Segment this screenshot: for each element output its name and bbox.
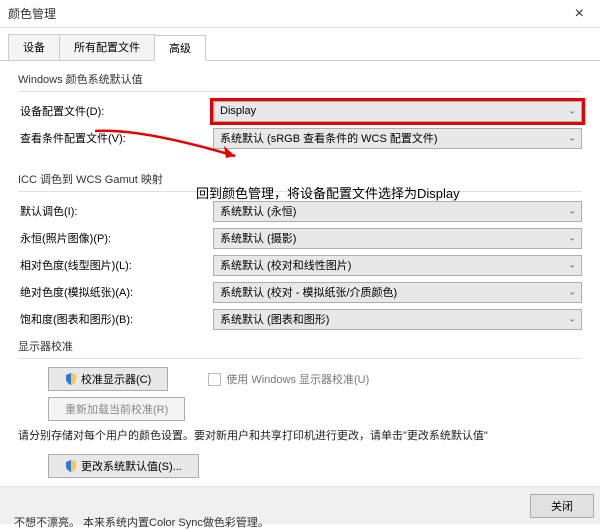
row-saturation: 饱和度(图表和图形)(B): 系统默认 (图表和图形) ⌄ [18,308,582,330]
cropped-bottom-text: 不想不漂亮。 本来系统内置Color Sync做色彩管理。 [14,514,590,530]
tab-all-profiles[interactable]: 所有配置文件 [59,34,155,60]
titlebar: 颜色管理 × [0,0,600,28]
chevron-down-icon: ⌄ [568,106,576,117]
use-calibration-label: 使用 Windows 显示器校准(U) [226,371,369,387]
row-view-profile: 查看条件配置文件(V): 系统默认 (sRGB 查看条件的 WCS 配置文件) … [18,127,582,149]
chevron-down-icon: ⌄ [568,287,576,298]
label-perceptual: 永恒(照片图像)(P): [18,230,213,246]
shield-icon [65,373,77,385]
reload-row: 重新加载当前校准(R) [18,397,582,421]
content-panel: Windows 颜色系统默认值 设备配置文件(D): Display ⌄ 查看条… [0,61,600,513]
description-text: 请分别存储对每个用户的颜色设置。要对新用户和共享打印机进行更改，请单击"更改系统… [18,429,582,444]
chevron-down-icon: ⌄ [568,233,576,244]
group-calibration: 显示器校准 校准显示器(C) 使用 Windows 显示器校准(U) 重新加载当… [18,338,582,421]
label-absolute: 绝对色度(模拟纸张)(A): [18,284,213,300]
label-default-intent: 默认调色(I): [18,203,213,219]
dropdown-default-intent[interactable]: 系统默认 (永恒) ⌄ [213,201,582,222]
group-calibration-title: 显示器校准 [18,338,582,359]
change-system-defaults-button[interactable]: 更改系统默认值(S)... [48,454,199,478]
annotation-text: 回到颜色管理，将设备配置文件选择为Display [196,183,460,202]
dropdown-device-profile-value: Display [220,105,256,117]
tab-strip: 设备 所有配置文件 高级 [0,30,600,61]
shield-icon [65,460,77,472]
label-relative: 相对色度(线型图片)(L): [18,257,213,273]
row-device-profile: 设备配置文件(D): Display ⌄ [18,100,582,122]
dropdown-view-profile[interactable]: 系统默认 (sRGB 查看条件的 WCS 配置文件) ⌄ [213,128,582,149]
group-defaults-title: Windows 颜色系统默认值 [18,71,582,92]
chevron-down-icon: ⌄ [568,260,576,271]
use-calibration-checkbox[interactable] [208,373,221,386]
label-device-profile: 设备配置文件(D): [18,103,213,119]
calibration-buttons: 校准显示器(C) 使用 Windows 显示器校准(U) [18,367,582,391]
chevron-down-icon: ⌄ [568,206,576,217]
group-defaults: Windows 颜色系统默认值 设备配置文件(D): Display ⌄ 查看条… [18,71,582,149]
calibrate-button[interactable]: 校准显示器(C) [48,367,168,391]
dropdown-saturation[interactable]: 系统默认 (图表和图形) ⌄ [213,309,582,330]
tab-devices[interactable]: 设备 [8,34,60,60]
dropdown-view-profile-value: 系统默认 (sRGB 查看条件的 WCS 配置文件) [220,130,438,146]
use-calibration-checkbox-row: 使用 Windows 显示器校准(U) [208,371,369,387]
tab-advanced[interactable]: 高级 [154,35,206,61]
label-saturation: 饱和度(图表和图形)(B): [18,311,213,327]
row-relative: 相对色度(线型图片)(L): 系统默认 (校对和线性图片) ⌄ [18,254,582,276]
label-view-profile: 查看条件配置文件(V): [18,130,213,146]
dropdown-relative[interactable]: 系统默认 (校对和线性图片) ⌄ [213,255,582,276]
reload-calibration-button: 重新加载当前校准(R) [48,397,185,421]
dropdown-absolute[interactable]: 系统默认 (校对 - 模拟纸张/介质颜色) ⌄ [213,282,582,303]
chevron-down-icon: ⌄ [568,133,576,144]
row-absolute: 绝对色度(模拟纸张)(A): 系统默认 (校对 - 模拟纸张/介质颜色) ⌄ [18,281,582,303]
close-icon[interactable]: × [567,5,592,23]
row-default-intent: 默认调色(I): 系统默认 (永恒) ⌄ [18,200,582,222]
dropdown-device-profile[interactable]: Display ⌄ [213,101,582,122]
row-perceptual: 永恒(照片图像)(P): 系统默认 (摄影) ⌄ [18,227,582,249]
dropdown-perceptual[interactable]: 系统默认 (摄影) ⌄ [213,228,582,249]
window-title: 颜色管理 [8,5,567,22]
chevron-down-icon: ⌄ [568,314,576,325]
